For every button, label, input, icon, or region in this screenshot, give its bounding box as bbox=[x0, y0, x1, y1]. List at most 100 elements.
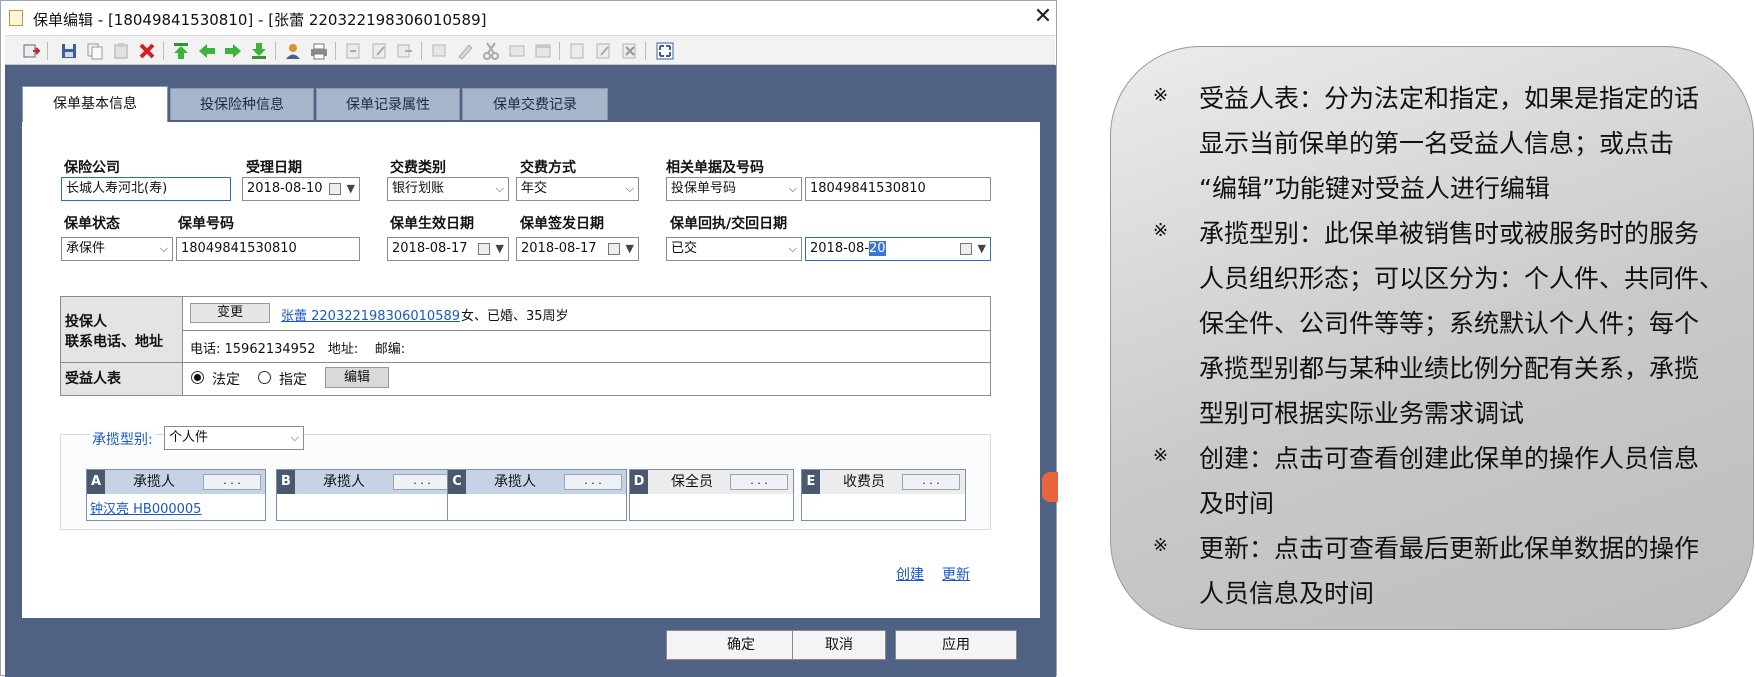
tab-insurance-types[interactable]: 投保险种信息 bbox=[170, 88, 314, 120]
card-browse-button[interactable]: . . . bbox=[393, 474, 451, 490]
import-icon[interactable] bbox=[343, 41, 363, 61]
status-label: 保单状态 bbox=[64, 216, 120, 232]
note-line: 人员信息及时间 bbox=[1199, 579, 1375, 608]
contractor-card-c: C 承揽人 . . . bbox=[447, 469, 627, 521]
status-value: 承保件 bbox=[66, 241, 106, 256]
remove-icon[interactable] bbox=[619, 41, 639, 61]
holder-label: 投保人 联系电话、地址 bbox=[61, 297, 183, 363]
title-bar: 保单编辑 - [18049841530810] - [张蕾 2203221983… bbox=[1, 1, 1056, 35]
close-icon[interactable]: ✕ bbox=[1031, 5, 1055, 29]
calendar-icon[interactable] bbox=[329, 183, 341, 195]
accept-date-label: 受理日期 bbox=[246, 160, 302, 176]
accept-date-value: 2018-08-10 bbox=[247, 181, 323, 196]
user-icon[interactable] bbox=[283, 41, 303, 61]
note-line: 承揽型别：此保单被销售时或被服务时的服务 bbox=[1199, 219, 1700, 248]
tab-record-attributes[interactable]: 保单记录属性 bbox=[316, 88, 460, 120]
next-icon[interactable] bbox=[223, 41, 243, 61]
receipt-date-field[interactable]: 2018-08-20 ▼ bbox=[805, 237, 991, 261]
modify-icon[interactable] bbox=[593, 41, 613, 61]
window-icon[interactable] bbox=[533, 41, 553, 61]
card-letter: B bbox=[277, 470, 295, 494]
review-icon[interactable] bbox=[429, 41, 449, 61]
note-line: “编辑”功能键对受益人进行编辑 bbox=[1199, 174, 1550, 203]
calendar-icon[interactable] bbox=[608, 243, 620, 255]
related-doc-number-field[interactable]: 18049841530810 bbox=[805, 177, 991, 201]
issue-date-field[interactable]: 2018-08-17 ▼ bbox=[516, 237, 639, 261]
update-link[interactable]: 更新 bbox=[942, 564, 970, 584]
pay-type-select[interactable]: 银行划账 ⌵ bbox=[387, 177, 509, 201]
calendar-icon[interactable] bbox=[960, 243, 972, 255]
related-doc-label: 相关单据及号码 bbox=[666, 160, 764, 176]
calendar-icon[interactable] bbox=[478, 243, 490, 255]
note-line: 显示当前保单的第一名受益人信息；或点击 bbox=[1199, 129, 1675, 158]
receipt-status-value: 已交 bbox=[671, 241, 698, 256]
holder-contact: 电话: 15962134952 地址: 邮编: bbox=[190, 342, 406, 357]
card-letter: A bbox=[87, 470, 105, 494]
card-browse-button[interactable]: . . . bbox=[564, 474, 622, 490]
receipt-status-select[interactable]: 已交 ⌵ bbox=[666, 237, 802, 261]
tab-basic-info[interactable]: 保单基本信息 bbox=[22, 86, 168, 124]
note-line: 及时间 bbox=[1199, 489, 1275, 518]
chevron-down-icon[interactable]: ⌵ bbox=[789, 178, 797, 200]
contract-type-select[interactable]: 个人件 ⌵ bbox=[164, 426, 304, 450]
cancel-button[interactable]: 取消 bbox=[792, 630, 886, 660]
tab-payment-records[interactable]: 保单交费记录 bbox=[462, 88, 608, 120]
maintenance-card-d: D 保全员 . . . bbox=[629, 469, 794, 521]
note-line: 受益人表：分为法定和指定，如果是指定的话 bbox=[1199, 84, 1700, 113]
fullscreen-icon[interactable] bbox=[655, 41, 675, 61]
chevron-down-icon[interactable]: ▼ bbox=[496, 238, 504, 260]
holder-info-table: 投保人 联系电话、地址 受益人表 变更 张蕾 22032219830601058… bbox=[60, 296, 991, 396]
pen-icon[interactable] bbox=[455, 41, 475, 61]
contractor-link[interactable]: 钟汉亮 HB000005 bbox=[90, 498, 201, 517]
last-icon[interactable] bbox=[249, 41, 269, 61]
paste-icon[interactable] bbox=[111, 41, 131, 61]
chevron-down-icon[interactable]: ▼ bbox=[978, 238, 986, 260]
chevron-down-icon[interactable]: ⌵ bbox=[789, 238, 797, 260]
chevron-down-icon[interactable]: ⌵ bbox=[496, 178, 504, 200]
prev-icon[interactable] bbox=[197, 41, 217, 61]
export-icon[interactable] bbox=[395, 41, 415, 61]
floating-widget-icon[interactable] bbox=[1042, 472, 1058, 502]
pay-mode-select[interactable]: 年交 ⌵ bbox=[516, 177, 639, 201]
status-select[interactable]: 承保件 ⌵ bbox=[61, 237, 173, 261]
copy-icon[interactable] bbox=[85, 41, 105, 61]
save-icon[interactable] bbox=[59, 41, 79, 61]
approve-icon[interactable] bbox=[507, 41, 527, 61]
create-link[interactable]: 创建 bbox=[896, 564, 924, 584]
window-title: 保单编辑 - [18049841530810] - [张蕾 2203221983… bbox=[33, 11, 487, 29]
contractor-card-a: A 承揽人 . . . 钟汉亮 HB000005 bbox=[86, 469, 266, 521]
exit-icon[interactable] bbox=[21, 41, 41, 61]
holder-name-link[interactable]: 张蕾 220322198306010589 bbox=[281, 305, 460, 324]
card-browse-button[interactable]: . . . bbox=[730, 474, 788, 490]
effective-date-field[interactable]: 2018-08-17 ▼ bbox=[387, 237, 509, 261]
edit-beneficiary-button[interactable]: 编辑 bbox=[325, 367, 389, 388]
radio-designated[interactable] bbox=[258, 371, 271, 384]
delete-icon[interactable] bbox=[137, 41, 157, 61]
radio-legal[interactable] bbox=[191, 371, 204, 384]
accept-date-field[interactable]: 2018-08-10 ▼ bbox=[242, 177, 360, 201]
print-icon[interactable] bbox=[309, 41, 329, 61]
doc-icon[interactable] bbox=[567, 41, 587, 61]
related-doc-type-select[interactable]: 投保单号码 ⌵ bbox=[666, 177, 802, 201]
card-browse-button[interactable]: . . . bbox=[902, 474, 960, 490]
chevron-down-icon[interactable]: ▼ bbox=[626, 238, 634, 260]
holder-summary: 女、已婚、35周岁 bbox=[461, 309, 569, 324]
bullet-mark: ※ bbox=[1153, 445, 1169, 466]
card-browse-button[interactable]: . . . bbox=[203, 474, 261, 490]
holder-label-line2: 联系电话、地址 bbox=[65, 334, 163, 350]
cut-icon[interactable] bbox=[481, 41, 501, 61]
chevron-down-icon[interactable]: ▼ bbox=[347, 178, 355, 200]
note-line: 型别可根据实际业务需求调试 bbox=[1199, 399, 1525, 428]
policy-number-field[interactable]: 18049841530810 bbox=[176, 237, 360, 261]
edit-icon[interactable] bbox=[369, 41, 389, 61]
chevron-down-icon[interactable]: ⌵ bbox=[291, 427, 299, 449]
document-icon bbox=[9, 10, 23, 26]
contractor-card-b: B 承揽人 . . . bbox=[276, 469, 456, 521]
apply-button[interactable]: 应用 bbox=[895, 630, 1017, 660]
chevron-down-icon[interactable]: ⌵ bbox=[626, 178, 634, 200]
chevron-down-icon[interactable]: ⌵ bbox=[160, 238, 168, 260]
first-icon[interactable] bbox=[171, 41, 191, 61]
policy-number-label: 保单号码 bbox=[178, 216, 234, 232]
change-holder-button[interactable]: 变更 bbox=[190, 303, 270, 323]
insurer-field[interactable]: 长城人寿河北(寿) bbox=[61, 177, 231, 201]
